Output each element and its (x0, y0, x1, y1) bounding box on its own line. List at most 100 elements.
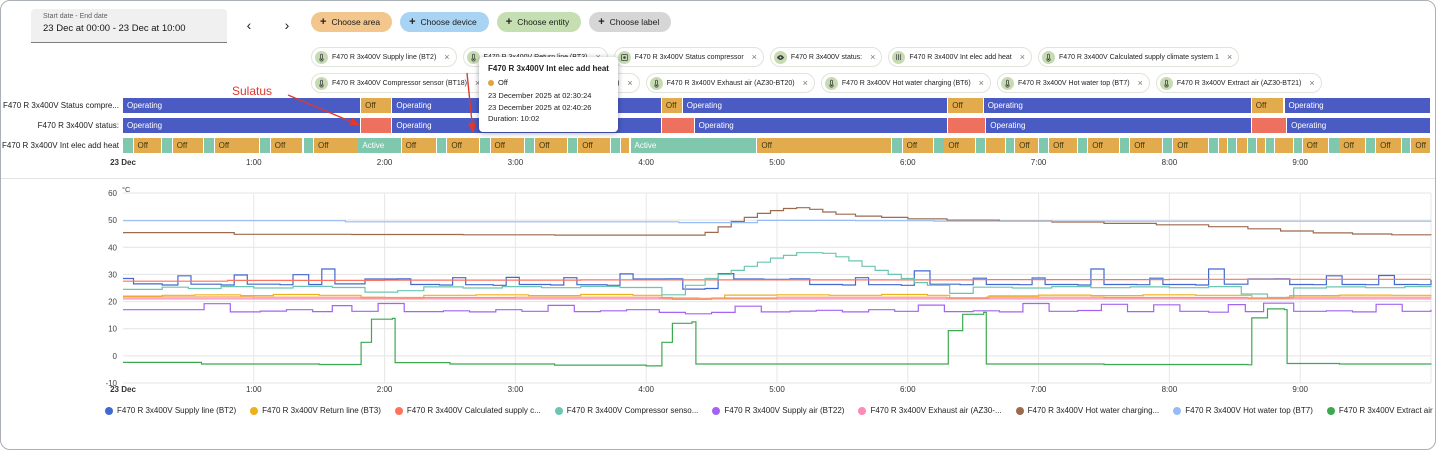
entity-chip-f470-r-3x400v-hot-water-top-bt7[interactable]: F470 R 3x400V Hot water top (BT7)× (997, 73, 1150, 93)
timeline-segment-active[interactable] (162, 138, 173, 153)
timeline-segment-off[interactable]: Off (1303, 138, 1329, 153)
timeline-segment-active[interactable] (892, 138, 903, 153)
timeline-segment-active[interactable] (1402, 138, 1411, 153)
timeline-segment-active[interactable] (123, 138, 134, 153)
legend-item-f470-r-3x400v-extract-air-az30-b[interactable]: F470 R 3x400V Extract air (AZ30-B... (1327, 406, 1436, 415)
entity-chip-f470-r-3x400v-status[interactable]: F470 R 3x400V status:× (770, 47, 882, 67)
timeline-segment-active[interactable] (1294, 138, 1303, 153)
entity-chip-f470-r-3x400v-calculated-supply-climate-system-1[interactable]: F470 R 3x400V Calculated supply climate … (1038, 47, 1239, 67)
timeline-segment-active[interactable] (480, 138, 491, 153)
timeline-segment-off[interactable] (1257, 138, 1266, 153)
entity-chip-f470-r-3x400v-exhaust-air-az30-bt20[interactable]: F470 R 3x400V Exhaust air (AZ30-BT20)× (646, 73, 815, 93)
close-icon[interactable]: × (1305, 78, 1318, 88)
timeline-segment-defrost[interactable] (948, 118, 986, 133)
timeline-segment-active[interactable] (1163, 138, 1174, 153)
close-icon[interactable]: × (440, 52, 453, 62)
history-chart[interactable]: -100102030405060°C23 Dec1:002:003:004:00… (1, 185, 1436, 403)
timeline-segment-operating[interactable]: Operating (1285, 98, 1432, 113)
close-icon[interactable]: × (1016, 52, 1029, 62)
legend-item-f470-r-3x400v-exhaust-air-az30[interactable]: F470 R 3x400V Exhaust air (AZ30-... (858, 406, 1001, 415)
close-icon[interactable]: × (623, 78, 636, 88)
filter-chip-choose-device[interactable]: +Choose device (400, 12, 489, 32)
close-icon[interactable]: × (975, 78, 988, 88)
close-icon[interactable]: × (1223, 52, 1236, 62)
timeline-segment-off[interactable]: Off (948, 98, 983, 113)
timeline-segment-off[interactable] (1237, 138, 1248, 153)
filter-chip-choose-area[interactable]: +Choose area (311, 12, 392, 32)
legend-item-f470-r-3x400v-hot-water-charging[interactable]: F470 R 3x400V Hot water charging... (1016, 406, 1160, 415)
legend-item-f470-r-3x400v-supply-air-bt22[interactable]: F470 R 3x400V Supply air (BT22) (712, 406, 844, 415)
timeline-segment-active[interactable] (437, 138, 448, 153)
entity-chip-f470-r-3x400v-status-compressor[interactable]: F470 R 3x400V Status compressor× (614, 47, 764, 67)
timeline-segment-active[interactable]: Active (358, 138, 401, 153)
timeline-segment-active[interactable]: Active (631, 138, 758, 153)
timeline-segment-off[interactable]: Off (1130, 138, 1163, 153)
timeline-segment-off[interactable]: Off (1088, 138, 1119, 153)
filter-chip-choose-label[interactable]: +Choose label (589, 12, 671, 32)
legend-item-f470-r-3x400v-hot-water-top-bt7[interactable]: F470 R 3x400V Hot water top (BT7) (1173, 406, 1313, 415)
timeline-segment-active[interactable] (1006, 138, 1015, 153)
timeline-segment-off[interactable]: Off (1339, 138, 1365, 153)
timeline-segment-operating[interactable]: Operating (986, 118, 1252, 133)
filter-chip-choose-entity[interactable]: +Choose entity (497, 12, 581, 32)
timeline-segment-off[interactable]: Off (1049, 138, 1078, 153)
timeline-segment-off[interactable] (621, 138, 630, 153)
timeline-segment-operating[interactable]: Operating (984, 98, 1252, 113)
timeline-segment-active[interactable] (611, 138, 622, 153)
timeline-segment-off[interactable]: Off (757, 138, 892, 153)
timeline-segment-off[interactable]: Off (314, 138, 359, 153)
timeline-segment-off[interactable]: Off (535, 138, 568, 153)
timeline-segment-active[interactable] (1248, 138, 1257, 153)
timeline-segment-defrost[interactable] (662, 118, 695, 133)
timeline-segment-off[interactable] (986, 138, 1006, 153)
timeline-segment-operating[interactable]: Operating (123, 98, 361, 113)
timeline-segment-off[interactable]: Off (361, 98, 392, 113)
legend-item-f470-r-3x400v-compressor-senso[interactable]: F470 R 3x400V Compressor senso... (555, 406, 699, 415)
entity-chip-f470-r-3x400v-hot-water-charging-bt6[interactable]: F470 R 3x400V Hot water charging (BT6)× (821, 73, 991, 93)
previous-period-button[interactable]: ‹ (237, 13, 261, 37)
date-range-picker[interactable]: Start date - End date 23 Dec at 00:00 - … (31, 9, 227, 43)
timeline-segment-active[interactable] (1366, 138, 1377, 153)
timeline-segment-defrost[interactable] (361, 118, 392, 133)
timeline-segment-off[interactable]: Off (944, 138, 975, 153)
timeline-segment-off[interactable]: Off (402, 138, 437, 153)
entity-chip-f470-r-3x400v-compressor-sensor-bt18[interactable]: F470 R 3x400V Compressor sensor (BT18)× (311, 73, 487, 93)
timeline-segment-active[interactable] (204, 138, 215, 153)
timeline-segment-active[interactable] (976, 138, 987, 153)
timeline-segment-off[interactable]: Off (491, 138, 525, 153)
timeline-segment-active[interactable] (1120, 138, 1131, 153)
timeline-segment-active[interactable] (568, 138, 579, 153)
timeline-segment-off[interactable]: Off (578, 138, 611, 153)
timeline-segment-off[interactable]: Off (1173, 138, 1208, 153)
legend-item-f470-r-3x400v-return-line-bt3[interactable]: F470 R 3x400V Return line (BT3) (250, 406, 381, 415)
timeline-segment-off[interactable] (1275, 138, 1293, 153)
timeline-segment-active[interactable] (1039, 138, 1050, 153)
timeline-segment-operating[interactable]: Operating (1287, 118, 1431, 133)
timeline-segment-active[interactable] (1329, 138, 1340, 153)
timeline-segment-off[interactable]: Off (215, 138, 261, 153)
close-icon[interactable]: × (799, 78, 812, 88)
timeline-segment-operating[interactable]: Operating (123, 118, 361, 133)
timeline-segment-operating[interactable]: Operating (695, 118, 949, 133)
timeline-segment-off[interactable]: Off (1015, 138, 1039, 153)
timeline-segment-active[interactable] (1228, 138, 1237, 153)
timeline-segment-off[interactable]: Off (1252, 98, 1285, 113)
timeline-segment-operating[interactable]: Operating (683, 98, 949, 113)
timeline-segment-off[interactable]: Off (1376, 138, 1402, 153)
timeline-segment-active[interactable] (304, 138, 315, 153)
timeline-segment-off[interactable]: Off (173, 138, 204, 153)
timeline-segment-off[interactable]: Off (903, 138, 934, 153)
close-icon[interactable]: × (1134, 78, 1147, 88)
close-icon[interactable]: × (748, 52, 761, 62)
entity-chip-f470-r-3x400v-supply-line-bt2[interactable]: F470 R 3x400V Supply line (BT2)× (311, 47, 457, 67)
next-period-button[interactable]: › (275, 13, 299, 37)
timeline-segment-off[interactable]: Off (271, 138, 304, 153)
timeline-segment-active[interactable] (934, 138, 945, 153)
timeline-segment-active[interactable] (1209, 138, 1220, 153)
timeline-segment-off[interactable]: Off (662, 98, 683, 113)
timeline-segment-off[interactable]: Off (134, 138, 163, 153)
timeline-segment-active[interactable] (525, 138, 536, 153)
entity-chip-f470-r-3x400v-extract-air-az30-bt21[interactable]: F470 R 3x400V Extract air (AZ30-BT21)× (1156, 73, 1322, 93)
timeline-segment-off[interactable] (1219, 138, 1228, 153)
timeline-segment-defrost[interactable] (1252, 118, 1287, 133)
